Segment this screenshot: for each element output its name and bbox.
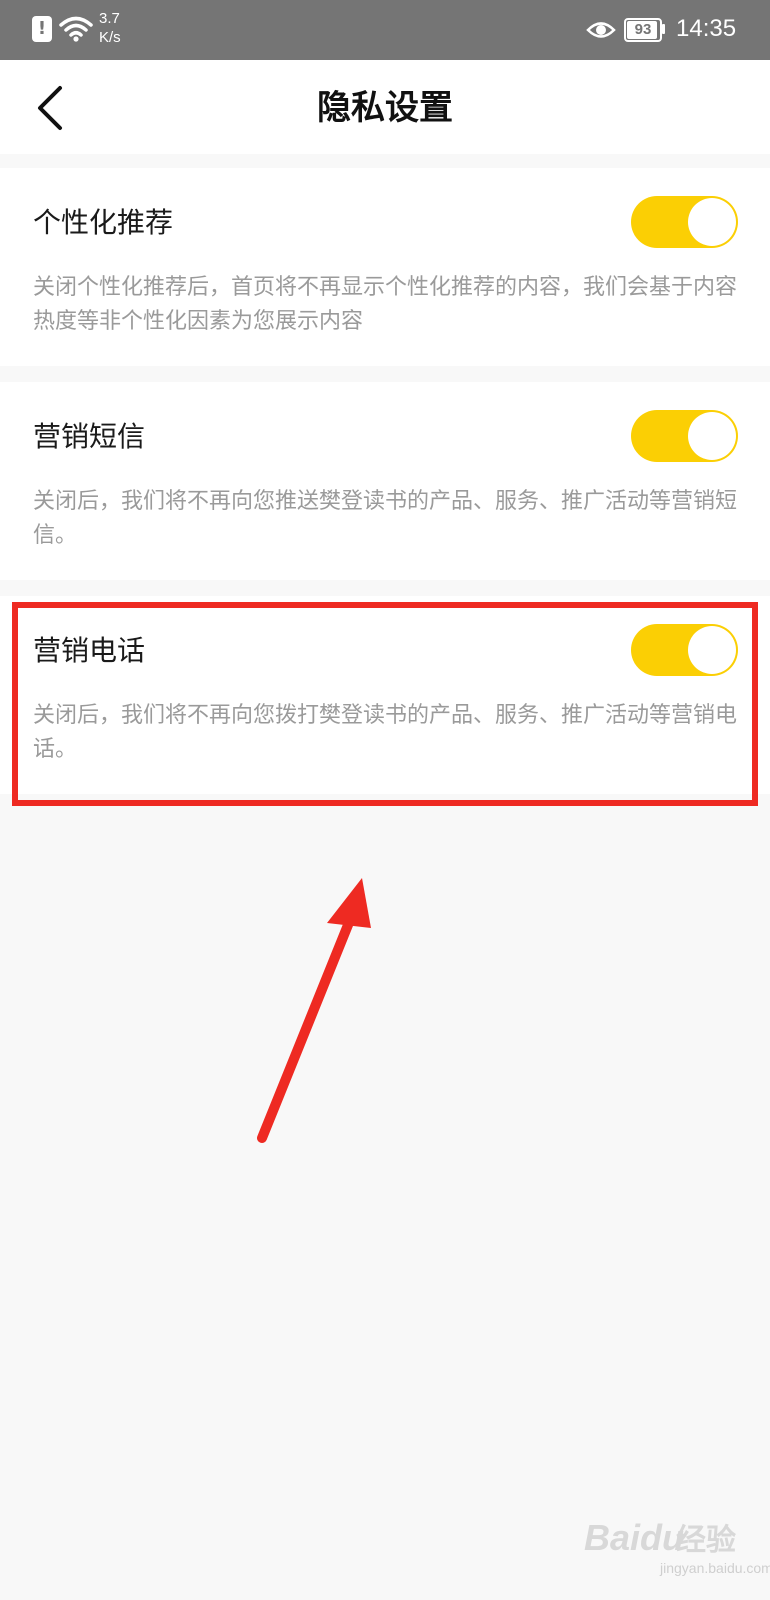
status-bar: ! 3.7 K/s 93 14:35 xyxy=(0,0,770,60)
page-title: 隐私设置 xyxy=(317,88,453,128)
alert-icon: ! xyxy=(32,16,52,42)
toggle-knob xyxy=(688,198,736,246)
baidu-logo: Baidu xyxy=(584,1517,685,1558)
setting-description: 关闭个性化推荐后，首页将不再显示个性化推荐的内容，我们会基于内容热度等非个性化因… xyxy=(33,275,738,334)
battery-level: 93 xyxy=(634,21,652,38)
setting-title: 个性化推荐 xyxy=(33,206,174,239)
watermark-url: jingyan.baidu.com xyxy=(660,1560,770,1576)
setting-title: 营销短信 xyxy=(33,420,146,453)
baidu-jingyan-watermark: Baidu 经验 jingyan.baidu.com xyxy=(580,1510,770,1580)
setting-personalized-recommendation: 个性化推荐 关闭个性化推荐后，首页将不再显示个性化推荐的内容，我们会基于内容热度… xyxy=(0,168,770,366)
wifi-icon xyxy=(59,16,93,42)
battery-tip xyxy=(662,24,665,34)
watermark-label: 经验 xyxy=(676,1523,736,1558)
setting-marketing-sms: 营销短信 关闭后，我们将不再向您推送樊登读书的产品、服务、推广活动等营销短信。 xyxy=(0,382,770,580)
network-speed-value: 3.7 xyxy=(99,10,120,27)
network-speed-unit: K/s xyxy=(99,29,121,46)
battery-icon: 93 xyxy=(624,18,662,42)
toggle-knob xyxy=(688,412,736,460)
personalized-recommendation-toggle[interactable] xyxy=(631,196,738,248)
marketing-sms-toggle[interactable] xyxy=(631,410,738,462)
clock: 14:35 xyxy=(676,15,737,42)
network-speed: 3.7 K/s xyxy=(99,9,121,47)
eye-icon xyxy=(586,22,616,38)
highlight-box xyxy=(12,602,758,806)
setting-description: 关闭后，我们将不再向您推送樊登读书的产品、服务、推广活动等营销短信。 xyxy=(33,489,738,548)
nav-bar: 隐私设置 xyxy=(0,60,770,154)
